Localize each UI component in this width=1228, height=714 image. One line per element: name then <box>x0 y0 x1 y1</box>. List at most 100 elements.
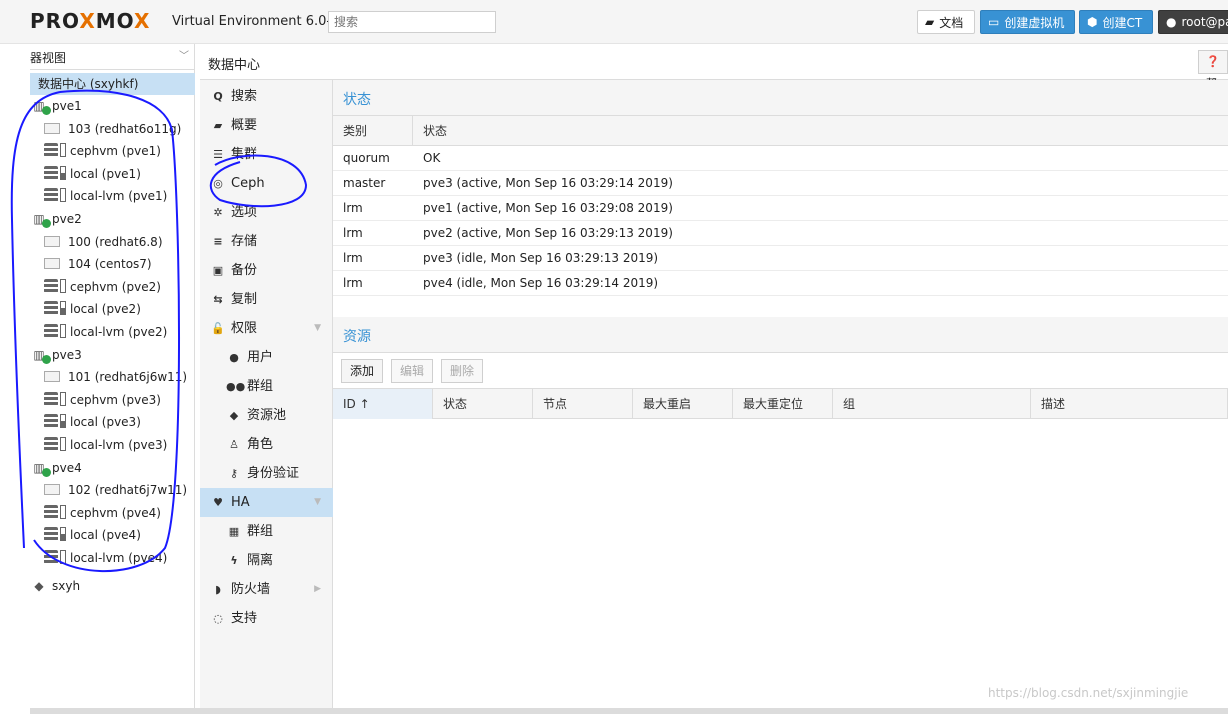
desktop-icon: ▭ <box>988 15 1000 29</box>
tree-item-label: pve2 <box>52 212 82 226</box>
menu-item-label: 支持 <box>231 611 258 626</box>
menu-item-object-group[interactable]: ▦ 群组 <box>200 517 333 546</box>
page-title: 数据中心 <box>208 58 261 73</box>
table-row[interactable]: lrm pve2 (active, Mon Sep 16 03:29:13 201… <box>333 221 1228 246</box>
edit-button[interactable]: 编辑 <box>391 359 434 383</box>
proxmox-logo[interactable]: PROXMOX <box>30 9 150 33</box>
menu-item-label: 群组 <box>247 379 274 394</box>
tree-item-vm[interactable]: 102 (redhat6j7w11) <box>44 479 187 501</box>
book-icon: ▰ <box>213 119 223 132</box>
menu-item-users[interactable]: ●● 群组 <box>200 372 333 401</box>
logo-text-pro: PRO <box>30 9 80 33</box>
menu-item-key[interactable]: ⚷ 身份验证 <box>200 459 333 488</box>
menu-item-tags[interactable]: ◆ 资源池 <box>200 401 333 430</box>
top-header: PROXMOX Virtual Environment 6.0-4 ▰文档 ▭创… <box>0 0 1228 44</box>
column-header[interactable]: 状态 <box>433 389 533 419</box>
help-button[interactable]: ❓帮 <box>1198 50 1228 90</box>
menu-item-label: 概要 <box>231 118 258 133</box>
user-menu-button[interactable]: ● root@pa <box>1158 10 1228 34</box>
tree-item-storage-empty[interactable]: cephvm (pve2) <box>44 276 161 298</box>
menu-item-floppy[interactable]: ▣ 备份 <box>200 256 333 285</box>
menu-item-shield[interactable]: ◗ 防火墙 ▶ <box>200 575 333 604</box>
tree-item-storage-fill[interactable]: local (pve1) <box>44 163 141 185</box>
tree-item-node[interactable]: ▥ pve4 <box>30 457 82 479</box>
tree-item-storage-empty[interactable]: cephvm (pve1) <box>44 140 161 162</box>
menu-item-user[interactable]: ● 用户 <box>200 343 333 372</box>
male-icon: ♙ <box>229 438 239 451</box>
server-online-icon: ▥ <box>30 95 51 117</box>
menu-item-unlock[interactable]: 🔓 权限 ▼ <box>200 314 333 343</box>
menu-item-gear[interactable]: ✲ 选项 <box>200 198 333 227</box>
tree-item-label: pve1 <box>52 99 82 113</box>
tree-item-label: local-lvm (pve2) <box>70 325 168 339</box>
tree-item-vm[interactable]: 103 (redhat6o11g) <box>44 118 181 140</box>
collapse-arrow-icon[interactable]: ▼ <box>314 488 321 517</box>
tree-item-storage-empty[interactable]: local-lvm (pve4) <box>44 547 167 569</box>
tree-item-storage-fill[interactable]: local (pve3) <box>44 411 141 433</box>
tree-item-storage-empty[interactable]: cephvm (pve4) <box>44 502 161 524</box>
menu-item-comments[interactable]: ◌ 支持 <box>200 604 333 633</box>
cell-type: quorum <box>343 151 390 165</box>
menu-item-heartbeat[interactable]: ♥ HA ▼ <box>200 488 333 517</box>
tree-item-vm[interactable]: 101 (redhat6j6w11) <box>44 366 187 388</box>
object-group-icon: ▦ <box>228 525 240 538</box>
tree-item-storage-empty[interactable]: local-lvm (pve3) <box>44 434 167 456</box>
table-row[interactable]: master pve3 (active, Mon Sep 16 03:29:14 … <box>333 171 1228 196</box>
view-selector[interactable]: 器视图 ﹀ <box>30 44 195 70</box>
menu-item-male[interactable]: ♙ 角色 <box>200 430 333 459</box>
remove-button[interactable]: 删除 <box>441 359 484 383</box>
table-row[interactable]: lrm pve1 (active, Mon Sep 16 03:29:08 201… <box>333 196 1228 221</box>
tree-item-storage-fill[interactable]: local (pve2) <box>44 298 141 320</box>
tree-item-node[interactable]: ▥ pve3 <box>30 344 82 366</box>
tree-item-node[interactable]: ▥ pve1 <box>30 95 82 117</box>
menu-item-label: 复制 <box>231 292 258 307</box>
ceph-icon: ◎ <box>213 177 223 190</box>
tree-item-node[interactable]: ▥ pve2 <box>30 208 82 230</box>
tree-item-storage-empty[interactable]: cephvm (pve3) <box>44 389 161 411</box>
tree-item-vm[interactable]: 100 (redhat6.8) <box>44 231 163 253</box>
status-panel-title-text: 状态 <box>343 92 371 108</box>
menu-item-bolt[interactable]: ϟ 隔离 <box>200 546 333 575</box>
tree-item-storage-empty[interactable]: local-lvm (pve2) <box>44 321 167 343</box>
chevron-down-icon: ﹀ <box>179 51 189 62</box>
collapse-arrow-icon[interactable]: ▼ <box>314 314 321 343</box>
menu-item-label: 选项 <box>231 205 258 220</box>
expand-arrow-icon[interactable]: ▶ <box>314 575 321 604</box>
create-ct-button[interactable]: ⬢ 创建CT <box>1079 10 1153 34</box>
tree-item-datacenter[interactable]: 数据中心 (sxyhkf) <box>30 73 195 95</box>
tree-item-pool[interactable]: ◆ sxyh <box>30 575 80 597</box>
database-icon <box>44 414 58 429</box>
menu-item-search[interactable]: Q 搜索 <box>200 82 333 111</box>
tree-item-storage-empty[interactable]: local-lvm (pve1) <box>44 185 167 207</box>
tree-item-label: local-lvm (pve4) <box>70 551 168 565</box>
menu-item-label: 资源池 <box>247 408 287 423</box>
menu-item-server[interactable]: ☰ 集群 <box>200 140 333 169</box>
tree-item-vm[interactable]: 104 (centos7) <box>44 253 152 275</box>
column-header[interactable]: 最大重定位 <box>733 389 833 419</box>
column-header[interactable]: 组 <box>833 389 1031 419</box>
table-row[interactable]: lrm pve4 (idle, Mon Sep 16 03:29:14 2019) <box>333 271 1228 296</box>
menu-item-label: 搜索 <box>231 89 258 104</box>
menu-item-database[interactable]: ≡ 存储 <box>200 227 333 256</box>
column-header[interactable]: 节点 <box>533 389 633 419</box>
add-button[interactable]: 添加 <box>341 359 384 383</box>
column-header[interactable]: ID ↑ <box>333 389 433 419</box>
menu-item-ceph[interactable]: ◎ Ceph <box>200 169 333 198</box>
create-vm-button[interactable]: ▭ 创建虚拟机 <box>980 10 1075 34</box>
search-input[interactable] <box>328 11 496 33</box>
menu-item-label: 身份验证 <box>247 466 300 481</box>
menu-item-book[interactable]: ▰ 概要 <box>200 111 333 140</box>
tree-item-storage-fill[interactable]: local (pve4) <box>44 524 141 546</box>
tree-item-label: 数据中心 (sxyhkf) <box>38 77 139 91</box>
status-panel-title: 状态 <box>333 80 1228 116</box>
tree-item-label: local-lvm (pve3) <box>70 438 168 452</box>
menu-item-retweet[interactable]: ⇆ 复制 <box>200 285 333 314</box>
bottom-scrollbar[interactable] <box>30 708 1228 714</box>
column-header[interactable]: 描述 <box>1031 389 1228 419</box>
column-header[interactable]: 最大重启 <box>633 389 733 419</box>
column-header-type[interactable]: 类别 <box>333 116 413 146</box>
table-row[interactable]: lrm pve3 (idle, Mon Sep 16 03:29:13 2019) <box>333 246 1228 271</box>
table-row[interactable]: quorum OK <box>333 146 1228 171</box>
column-header-status[interactable]: 状态 <box>413 116 1228 146</box>
docs-button[interactable]: ▰ 文档 <box>917 10 975 34</box>
